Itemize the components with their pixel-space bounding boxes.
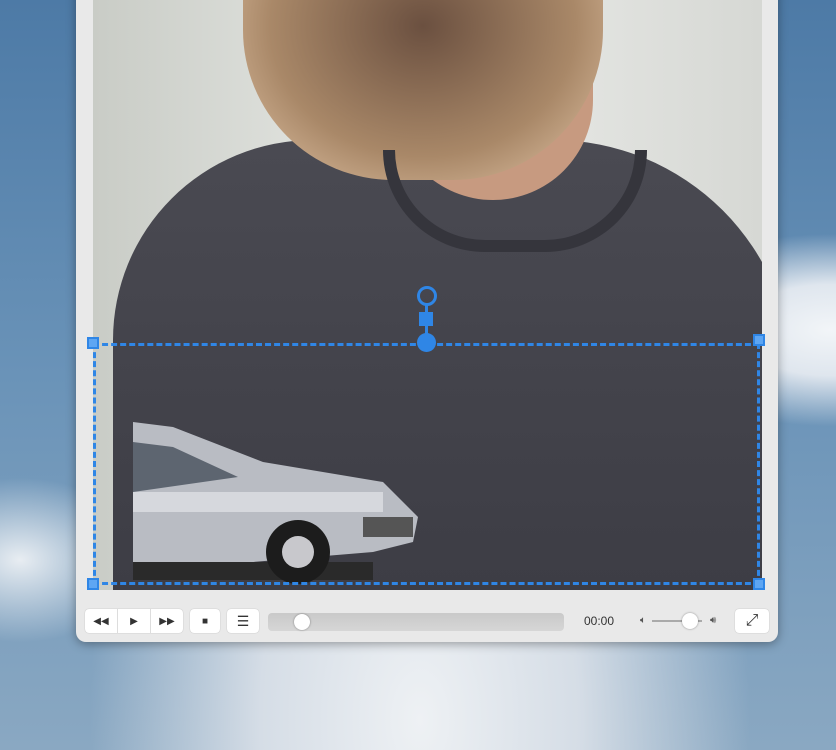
- selection-box[interactable]: [93, 343, 760, 585]
- resize-handle-bottom-right[interactable]: [753, 578, 765, 590]
- volume-low-icon: 🔈︎: [640, 615, 646, 626]
- rotate-handle[interactable]: [417, 286, 437, 306]
- playlist-button[interactable]: ☰: [227, 609, 259, 633]
- transport-group: ◀◀ ▶ ▶▶: [85, 609, 183, 633]
- play-button[interactable]: ▶: [118, 609, 151, 633]
- center-handle[interactable]: [417, 333, 436, 352]
- move-handle[interactable]: [419, 312, 433, 326]
- volume-knob[interactable]: [682, 613, 699, 629]
- resize-handle-bottom-left[interactable]: [87, 578, 99, 590]
- volume-high-icon: 🔊︎: [710, 615, 717, 626]
- control-bar: ◀◀ ▶ ▶▶ ■ ☰ 00:00 🔈︎ 🔊︎ ⤢: [0, 600, 836, 640]
- fullscreen-button[interactable]: ⤢: [735, 609, 769, 633]
- stop-button[interactable]: ■: [190, 609, 220, 633]
- resize-handle-top-right[interactable]: [753, 334, 765, 346]
- volume-control[interactable]: 🔈︎ 🔊︎: [640, 612, 726, 630]
- progress-slider[interactable]: [268, 613, 564, 631]
- time-display: 00:00: [584, 614, 615, 628]
- progress-knob[interactable]: [294, 614, 310, 630]
- resize-handle-top-left[interactable]: [87, 337, 99, 349]
- fast-forward-button[interactable]: ▶▶: [151, 609, 183, 633]
- rewind-button[interactable]: ◀◀: [85, 609, 118, 633]
